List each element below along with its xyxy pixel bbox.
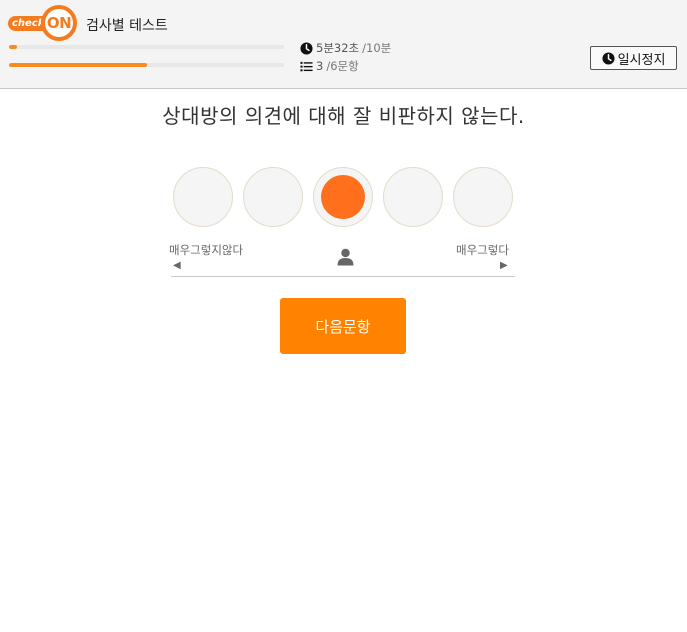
- scale-left-label: 매우그렇지않다: [169, 243, 244, 257]
- time-progress-fill: [9, 45, 18, 49]
- test-title: 검사별 테스트: [86, 18, 168, 34]
- answer-option-4[interactable]: [383, 167, 443, 227]
- header: check ON 검사별 테스트 5분32초 /10분 3 /6문항 일시정지: [0, 0, 687, 89]
- scale-right-arrow-icon: ▶: [500, 260, 508, 271]
- question-text: 상대방의 의견에 대해 잘 비판하지 않는다.: [162, 104, 525, 128]
- checkon-logo: check ON: [8, 5, 80, 43]
- pause-button[interactable]: 일시정지: [590, 46, 677, 70]
- time-progress-bar: [9, 45, 284, 49]
- next-question-button[interactable]: 다음문항: [280, 298, 406, 354]
- question-progress-fill: [9, 63, 147, 67]
- question-progress-bar: [9, 63, 284, 67]
- total-questions: /6문항: [326, 59, 359, 73]
- answer-option-3[interactable]: [313, 167, 373, 227]
- time-elapsed: 5분32초: [316, 41, 360, 55]
- scale-line: [171, 276, 515, 277]
- clock-icon: [602, 51, 615, 65]
- current-question-number: 3: [316, 59, 324, 73]
- clock-icon: [300, 41, 313, 55]
- list-icon: [300, 61, 313, 71]
- pause-button-label: 일시정지: [617, 52, 666, 68]
- answer-option-5[interactable]: [453, 167, 513, 227]
- scale-right-label: 매우그렇다: [456, 243, 509, 257]
- answer-option-2[interactable]: [243, 167, 303, 227]
- time-info: 5분32초 /10분: [300, 40, 391, 56]
- person-icon: [337, 248, 354, 266]
- scale-left-arrow-icon: ◀: [173, 260, 181, 271]
- question-info: 3 /6문항: [300, 58, 359, 74]
- time-limit: /10분: [362, 41, 392, 55]
- selected-dot: [321, 175, 365, 219]
- logo-on-text: ON: [41, 5, 77, 41]
- answer-option-1[interactable]: [173, 167, 233, 227]
